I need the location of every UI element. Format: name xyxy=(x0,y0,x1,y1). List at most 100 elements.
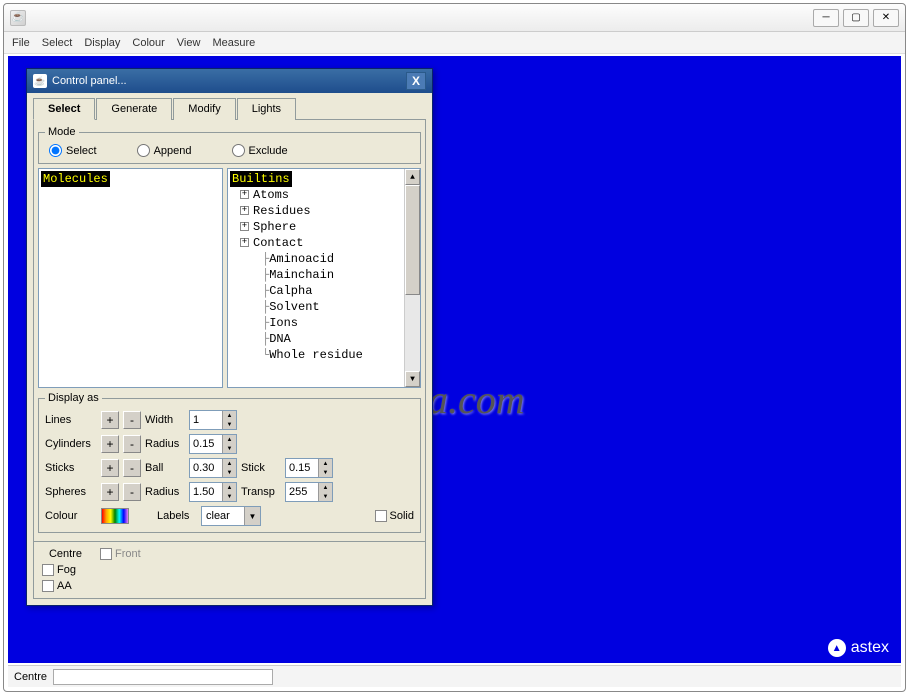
molecules-list[interactable]: Molecules xyxy=(38,168,223,388)
tree-atoms[interactable]: +Atoms xyxy=(230,187,402,203)
tabbar: Select Generate Modify Lights xyxy=(27,93,432,119)
tree-solvent[interactable]: ├Solvent xyxy=(230,299,402,315)
transp-input[interactable] xyxy=(286,483,318,501)
canvas-area[interactable]: SoftSea.com ▲ astex Control panel... X S… xyxy=(8,56,901,663)
cylinders-label: Cylinders xyxy=(45,438,97,450)
spin-up-icon[interactable]: ▲ xyxy=(222,435,236,444)
spin-down-icon[interactable]: ▼ xyxy=(318,468,332,477)
stick-input[interactable] xyxy=(286,459,318,477)
radio-exclude[interactable] xyxy=(232,144,245,157)
stick-label: Stick xyxy=(241,462,281,474)
cyl-radius-spinner[interactable]: ▲▼ xyxy=(189,434,237,454)
status-centre-input[interactable] xyxy=(53,669,273,685)
tree-ions[interactable]: ├Ions xyxy=(230,315,402,331)
mode-radio-exclude[interactable]: Exclude xyxy=(232,144,288,157)
transp-spinner[interactable]: ▲▼ xyxy=(285,482,333,502)
front-checkbox[interactable]: Front xyxy=(100,548,141,560)
sticks-minus-button[interactable]: - xyxy=(123,459,141,477)
expand-icon[interactable]: + xyxy=(240,222,249,231)
spin-up-icon[interactable]: ▲ xyxy=(222,459,236,468)
sph-radius-spinner[interactable]: ▲▼ xyxy=(189,482,237,502)
expand-icon[interactable]: + xyxy=(240,238,249,247)
panel-close-button[interactable]: X xyxy=(406,72,426,90)
expand-icon[interactable]: + xyxy=(240,206,249,215)
spheres-plus-button[interactable]: + xyxy=(101,483,119,501)
spin-up-icon[interactable]: ▲ xyxy=(222,483,236,492)
spin-up-icon[interactable]: ▲ xyxy=(222,411,236,420)
width-spinner[interactable]: ▲▼ xyxy=(189,410,237,430)
minimize-button[interactable]: ─ xyxy=(813,9,839,27)
tab-select[interactable]: Select xyxy=(33,98,95,120)
menu-select[interactable]: Select xyxy=(42,37,73,49)
close-button[interactable]: ✕ xyxy=(873,9,899,27)
java-icon xyxy=(10,10,26,26)
lines-minus-button[interactable]: - xyxy=(123,411,141,429)
menu-colour[interactable]: Colour xyxy=(132,37,164,49)
aa-checkbox[interactable]: AA xyxy=(42,580,72,592)
menu-display[interactable]: Display xyxy=(84,37,120,49)
ball-spinner[interactable]: ▲▼ xyxy=(189,458,237,478)
labels-label: Labels xyxy=(157,510,197,522)
colour-swatch-button[interactable] xyxy=(101,508,129,524)
astex-logo-text: astex xyxy=(851,639,889,657)
tree-contact[interactable]: +Contact xyxy=(230,235,402,251)
tab-modify[interactable]: Modify xyxy=(173,98,235,120)
sph-radius-label: Radius xyxy=(145,486,185,498)
ball-input[interactable] xyxy=(190,459,222,477)
spin-up-icon[interactable]: ▲ xyxy=(318,459,332,468)
checkbox-icon[interactable] xyxy=(42,580,54,592)
tab-generate[interactable]: Generate xyxy=(96,98,172,120)
sph-radius-input[interactable] xyxy=(190,483,222,501)
cyl-radius-input[interactable] xyxy=(190,435,222,453)
spin-down-icon[interactable]: ▼ xyxy=(222,444,236,453)
menu-file[interactable]: File xyxy=(12,37,30,49)
tree-mainchain[interactable]: ├Mainchain xyxy=(230,267,402,283)
control-panel: Control panel... X Select Generate Modif… xyxy=(26,68,433,606)
checkbox-icon[interactable] xyxy=(375,510,387,522)
tree-calpha[interactable]: ├Calpha xyxy=(230,283,402,299)
mode-radio-select[interactable]: Select xyxy=(49,144,97,157)
spin-down-icon[interactable]: ▼ xyxy=(222,468,236,477)
mode-group: Mode Select Append Exclude xyxy=(38,126,421,164)
spheres-minus-button[interactable]: - xyxy=(123,483,141,501)
app-window: ─ ▢ ✕ File Select Display Colour View Me… xyxy=(3,3,906,692)
radio-append[interactable] xyxy=(137,144,150,157)
expand-icon[interactable]: + xyxy=(240,190,249,199)
control-panel-titlebar[interactable]: Control panel... X xyxy=(27,69,432,93)
tree-aminoacid[interactable]: ├Aminoacid xyxy=(230,251,402,267)
spin-down-icon[interactable]: ▼ xyxy=(222,492,236,501)
spin-down-icon[interactable]: ▼ xyxy=(318,492,332,501)
spin-up-icon[interactable]: ▲ xyxy=(318,483,332,492)
tree-dna[interactable]: ├DNA xyxy=(230,331,402,347)
scroll-down-button[interactable]: ▼ xyxy=(405,371,420,387)
scroll-thumb[interactable] xyxy=(405,185,420,295)
tree-scrollbar[interactable]: ▲ ▼ xyxy=(404,169,420,387)
transp-label: Transp xyxy=(241,486,281,498)
mode-radio-append[interactable]: Append xyxy=(137,144,192,157)
radio-select[interactable] xyxy=(49,144,62,157)
sticks-plus-button[interactable]: + xyxy=(101,459,119,477)
control-panel-title: Control panel... xyxy=(52,75,127,87)
cylinders-plus-button[interactable]: + xyxy=(101,435,119,453)
fog-checkbox[interactable]: Fog xyxy=(42,564,76,576)
dropdown-icon[interactable]: ▼ xyxy=(244,507,260,525)
labels-combo[interactable]: clear▼ xyxy=(201,506,261,526)
menu-view[interactable]: View xyxy=(177,37,201,49)
tree-residues[interactable]: +Residues xyxy=(230,203,402,219)
checkbox-icon[interactable] xyxy=(42,564,54,576)
builtins-tree[interactable]: Builtins +Atoms +Residues +Sphere +Conta… xyxy=(227,168,421,388)
solid-checkbox[interactable]: Solid xyxy=(375,510,414,522)
spin-down-icon[interactable]: ▼ xyxy=(222,420,236,429)
tree-wholeresidue[interactable]: └Whole residue xyxy=(230,347,402,363)
maximize-button[interactable]: ▢ xyxy=(843,9,869,27)
bottom-options: Centre Front Fog AA xyxy=(33,542,426,599)
tree-sphere[interactable]: +Sphere xyxy=(230,219,402,235)
tab-lights[interactable]: Lights xyxy=(237,98,296,120)
stick-spinner[interactable]: ▲▼ xyxy=(285,458,333,478)
width-input[interactable] xyxy=(190,411,222,429)
cylinders-minus-button[interactable]: - xyxy=(123,435,141,453)
menu-measure[interactable]: Measure xyxy=(212,37,255,49)
checkbox-icon[interactable] xyxy=(100,548,112,560)
scroll-up-button[interactable]: ▲ xyxy=(405,169,420,185)
lines-plus-button[interactable]: + xyxy=(101,411,119,429)
